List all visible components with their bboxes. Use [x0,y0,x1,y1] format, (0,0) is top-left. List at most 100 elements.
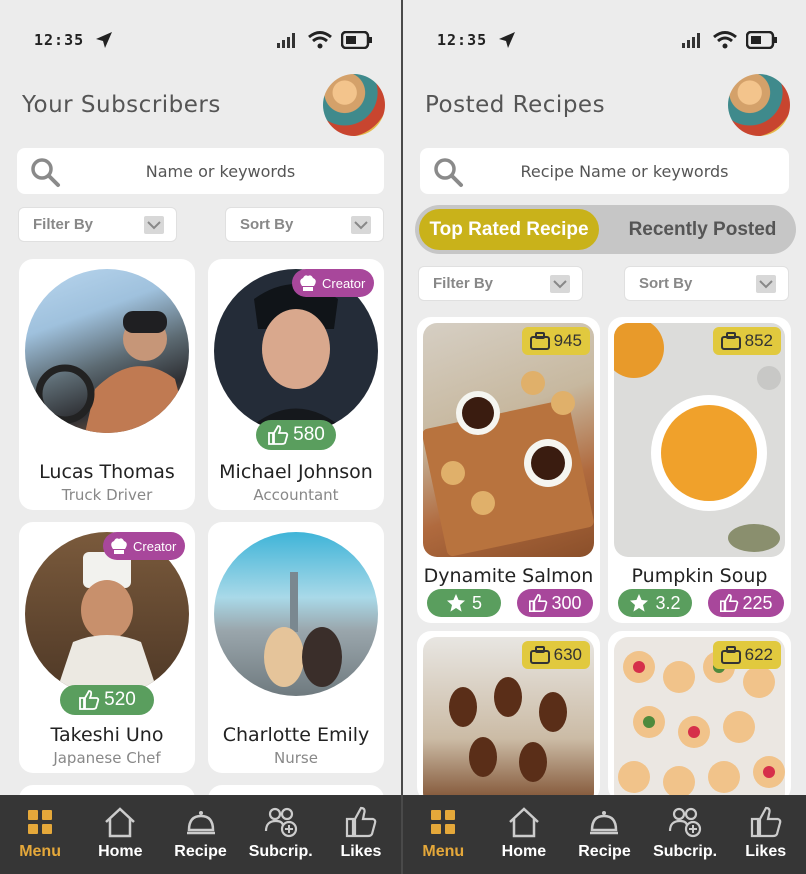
nav-label: Recipe [174,843,227,860]
battery-icon [746,31,777,49]
recipe-card[interactable]: 945 Dynamite Salmon 5 300 [417,317,600,623]
filter-by-select[interactable]: Filter By [418,266,583,301]
views-badge: 852 [712,327,781,355]
subscriber-card[interactable]: Charlotte Emily Nurse [208,522,384,773]
rating-badge: 3.2 [618,589,692,617]
recipe-card[interactable]: 852 Pumpkin Soup 3.2 225 [608,317,791,623]
nav-label: Menu [422,843,465,860]
chevron-down-icon [144,216,164,234]
nav-label: Menu [19,843,61,860]
location-arrow-icon [499,32,516,48]
subscribers-screen: 12:35 Your Subscribers Name or keywords … [0,0,401,874]
filter-label: Filter By [433,275,494,292]
chef-hat-icon [300,275,316,291]
search-icon [31,158,60,187]
creator-label: Creator [133,538,177,554]
nav-label: Subcrip. [248,843,313,860]
chef-hat-icon [111,538,127,554]
thumbs-up-icon [268,425,289,445]
nav-home[interactable]: Home [80,795,160,874]
briefcase-icon [720,332,741,350]
nav-recipe[interactable]: Recipe [564,795,645,874]
nav-likes[interactable]: Likes [725,795,806,874]
recipe-name: Pumpkin Soup [631,565,768,587]
battery-icon [341,31,372,49]
views-count: 852 [744,331,773,350]
status-bar: 12:35 [437,26,778,54]
grid-icon [28,810,53,834]
chevron-down-icon [351,216,371,234]
sort-by-select[interactable]: Sort By [624,266,789,301]
sort-by-select[interactable]: Sort By [225,207,384,242]
search-input[interactable]: Name or keywords [17,148,384,194]
subscriber-role: Accountant [253,486,339,504]
rating-value: 5 [471,592,482,613]
likes-badge: 580 [256,420,336,450]
briefcase-icon [529,332,550,350]
subscriber-name: Michael Johnson [219,461,373,483]
sort-label: Sort By [639,275,693,292]
nav-label: Recipe [578,843,631,860]
cloche-icon [590,811,619,835]
likes-badge: 300 [517,589,593,617]
avatar[interactable] [323,74,385,136]
filter-by-select[interactable]: Filter By [18,207,177,242]
recipes-screen: 12:35 Posted Recipes Recipe Name or keyw… [403,0,806,874]
status-time: 12:35 [34,31,85,49]
search-input[interactable]: Recipe Name or keywords [420,148,789,194]
views-badge: 622 [712,641,781,669]
subscriber-name: Lucas Thomas [39,461,175,483]
subscriber-card[interactable]: Lucas Thomas Truck Driver [19,259,195,510]
likes-count: 520 [104,689,136,710]
nav-menu[interactable]: Menu [403,795,484,874]
nav-label: Home [98,843,143,860]
subscriber-name: Charlotte Emily [222,724,370,746]
avatar[interactable] [728,74,790,136]
subscriber-card[interactable]: Creator 580 Michael Johnson Accountant [208,259,384,510]
subscriber-name: Takeshi Uno [50,724,164,746]
thumbs-up-icon [720,593,739,612]
recipe-card[interactable]: 622 [608,631,791,801]
creator-badge: Creator [103,532,186,560]
grid-icon [431,810,456,834]
tab-recently-posted[interactable]: Recently Posted [615,205,790,254]
nav-label: Likes [745,843,787,860]
search-placeholder: Name or keywords [145,161,296,181]
nav-recipe[interactable]: Recipe [160,795,240,874]
views-count: 945 [553,331,582,350]
wifi-icon [713,31,737,49]
thumbs-up-icon [750,806,782,838]
nav-home[interactable]: Home [484,795,565,874]
status-time: 12:35 [437,31,488,49]
star-icon [446,594,465,612]
nav-subscriptions[interactable]: Subcrip. [645,795,726,874]
nav-label: Likes [340,843,382,860]
users-add-icon [668,807,702,838]
subscriber-photo [214,532,378,696]
recipe-card[interactable]: 630 [417,631,600,801]
sort-label: Sort By [240,216,294,233]
subscriber-role: Japanese Chef [53,749,161,767]
cloche-icon [186,811,215,835]
chevron-down-icon [550,275,570,293]
nav-menu[interactable]: Menu [0,795,80,874]
nav-subscriptions[interactable]: Subcrip. [241,795,321,874]
creator-badge: Creator [292,269,375,297]
signal-icon [277,33,295,48]
recipe-photo [423,323,594,557]
views-badge: 630 [521,641,590,669]
views-badge: 945 [521,327,590,355]
subscriber-role: Nurse [274,749,318,767]
wifi-icon [308,31,332,49]
home-icon [105,807,136,838]
nav-likes[interactable]: Likes [321,795,401,874]
likes-count: 225 [742,592,773,613]
thumbs-up-icon [79,690,100,710]
subscriber-card[interactable]: Creator 520 Takeshi Uno Japanese Chef [19,522,195,773]
rating-badge: 5 [427,589,501,617]
recipe-tabs: Top Rated Recipe Recently Posted [415,205,796,254]
subscriber-role: Truck Driver [61,486,153,504]
search-placeholder: Recipe Name or keywords [520,161,729,181]
page-title: Posted Recipes [425,92,606,118]
tab-top-rated[interactable]: Top Rated Recipe [419,209,599,250]
